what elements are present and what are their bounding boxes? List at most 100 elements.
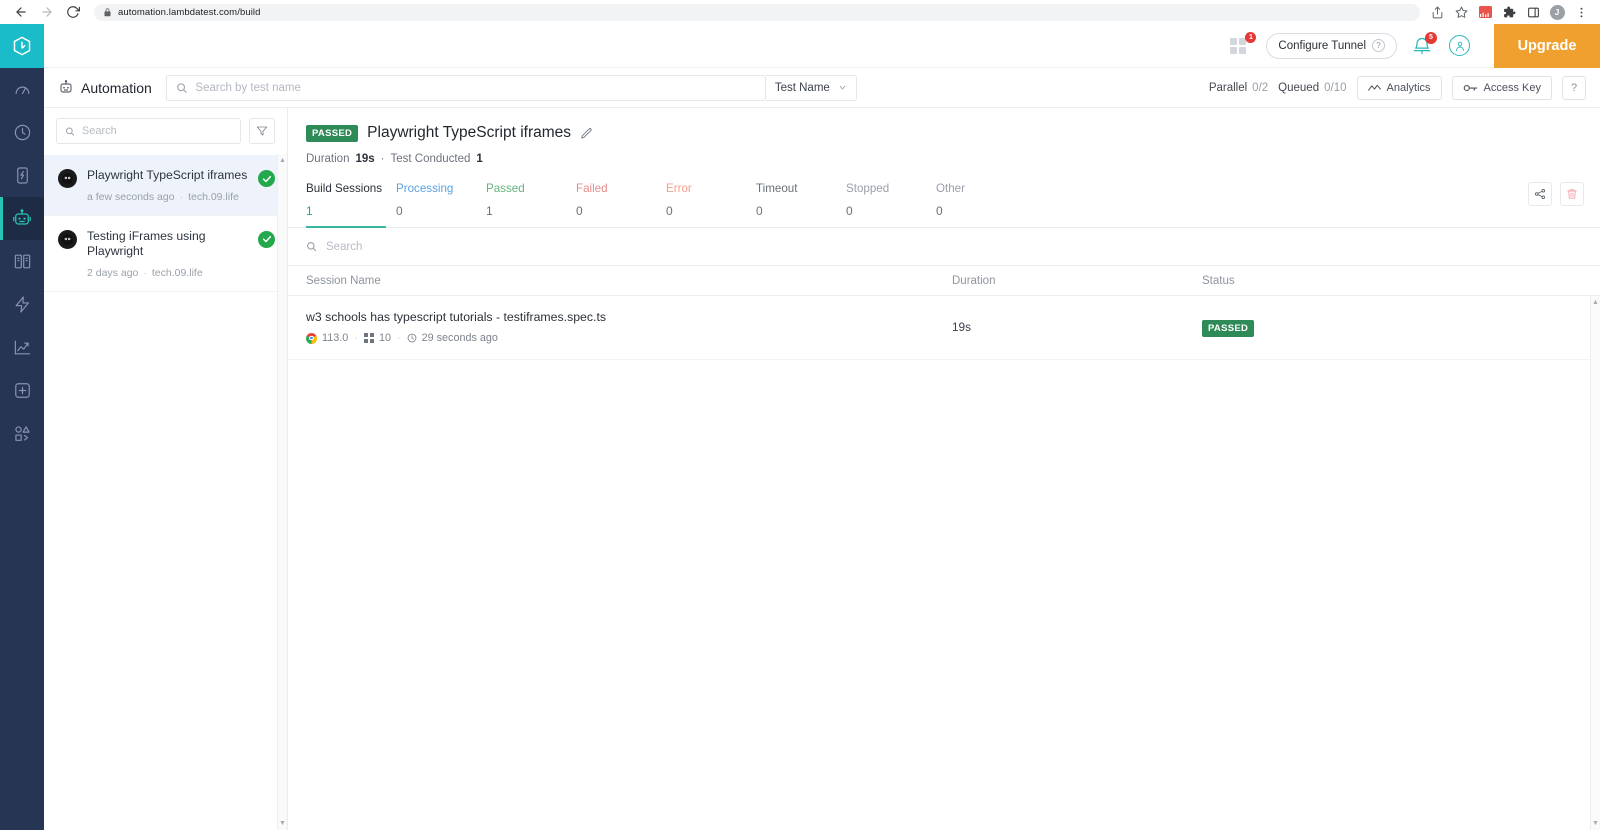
scroll-down-icon[interactable]: ▼ bbox=[279, 817, 286, 830]
access-key-button[interactable]: Access Key bbox=[1451, 75, 1552, 100]
app-header: 1 Configure Tunnel ? 5 Upgrade bbox=[44, 23, 1600, 68]
star-icon[interactable] bbox=[1450, 2, 1472, 22]
column-duration: Duration bbox=[952, 274, 996, 287]
browser-toolbar: automation.lambdatest.com/build J bbox=[0, 0, 1600, 24]
meta-separator: · bbox=[397, 332, 401, 344]
address-bar[interactable]: automation.lambdatest.com/build bbox=[94, 3, 1420, 21]
trend-chart-icon bbox=[1367, 84, 1381, 91]
kebab-menu-icon[interactable] bbox=[1570, 2, 1592, 22]
build-name: Playwright TypeScript iframes bbox=[87, 168, 248, 182]
tab-error[interactable]: Error 0 bbox=[666, 182, 756, 227]
sidebar-item-integrations[interactable] bbox=[0, 369, 44, 412]
build-title-row: PASSED Playwright TypeScript iframes bbox=[306, 124, 1600, 142]
scroll-down-icon[interactable]: ▼ bbox=[1592, 817, 1599, 830]
reload-icon[interactable] bbox=[60, 2, 86, 22]
filter-funnel-icon[interactable] bbox=[249, 118, 275, 144]
content-area: Playwright TypeScript iframes a few seco… bbox=[44, 108, 1600, 830]
duration-label: Duration bbox=[306, 153, 350, 165]
tab-value: 1 bbox=[306, 204, 313, 218]
build-user: tech.09.life bbox=[188, 190, 239, 203]
sidebar-item-visual-regression[interactable] bbox=[0, 240, 44, 283]
forward-arrow-icon[interactable] bbox=[34, 2, 60, 22]
configure-tunnel-button[interactable]: Configure Tunnel ? bbox=[1266, 32, 1397, 59]
builds-sidebar: Playwright TypeScript iframes a few seco… bbox=[44, 108, 288, 830]
search-icon bbox=[65, 127, 75, 136]
extension-pinned-icon[interactable] bbox=[1474, 2, 1496, 22]
tab-timeout[interactable]: Timeout 0 bbox=[756, 182, 846, 227]
pencil-edit-icon[interactable] bbox=[580, 127, 593, 140]
apps-grid-icon[interactable]: 1 bbox=[1230, 31, 1257, 57]
avatar[interactable]: J bbox=[1546, 2, 1568, 22]
tab-passed[interactable]: Passed 1 bbox=[486, 182, 576, 227]
meta-separator: · bbox=[179, 190, 184, 203]
sessions-scrollbar[interactable]: ▲ ▼ bbox=[1590, 296, 1600, 830]
lambdatest-logo[interactable] bbox=[0, 24, 44, 68]
subheader-right: Parallel 0/2 Queued 0/10 Analytics Acces… bbox=[1209, 75, 1586, 100]
tab-other[interactable]: Other 0 bbox=[936, 182, 1026, 227]
status-check-icon bbox=[258, 230, 275, 248]
help-button[interactable]: ? bbox=[1562, 75, 1586, 100]
search-scope-select[interactable]: Test Name bbox=[765, 74, 857, 101]
tab-build-sessions[interactable]: Build Sessions 1 bbox=[306, 182, 396, 228]
session-search-input[interactable] bbox=[326, 240, 626, 253]
sidebar-item-smart-testing[interactable] bbox=[0, 283, 44, 326]
windows-icon bbox=[363, 332, 375, 344]
sidebar-item-analytics[interactable] bbox=[0, 326, 44, 369]
sidebar-item-automation[interactable] bbox=[0, 197, 44, 240]
builds-search-field[interactable] bbox=[56, 118, 241, 144]
sidebar-item-app-testing[interactable] bbox=[0, 154, 44, 197]
os-info: 10 bbox=[363, 332, 392, 344]
test-search-field[interactable] bbox=[165, 74, 766, 101]
column-status: Status bbox=[1202, 274, 1235, 287]
tab-stopped[interactable]: Stopped 0 bbox=[846, 182, 936, 227]
status-badge: PASSED bbox=[1202, 319, 1255, 337]
tab-failed[interactable]: Failed 0 bbox=[576, 182, 666, 227]
apps-badge: 1 bbox=[1245, 31, 1257, 43]
tunnel-help-icon[interactable]: ? bbox=[1372, 39, 1385, 52]
sidebar-item-realtime[interactable] bbox=[0, 111, 44, 154]
share-node-icon[interactable] bbox=[1528, 182, 1552, 206]
search-icon bbox=[307, 242, 317, 252]
browser-info: 113.0 bbox=[306, 332, 348, 344]
os-version: 10 bbox=[379, 332, 392, 344]
session-duration: 19s bbox=[952, 320, 972, 334]
share-icon[interactable] bbox=[1426, 2, 1448, 22]
table-row[interactable]: w3 schools has typescript tutorials - te… bbox=[288, 296, 1600, 360]
left-nav-rail bbox=[0, 24, 44, 830]
analytics-button[interactable]: Analytics bbox=[1356, 75, 1442, 100]
account-icon[interactable] bbox=[1449, 35, 1470, 56]
scroll-up-icon[interactable]: ▲ bbox=[1592, 296, 1599, 309]
build-name: Testing iFrames using Playwright bbox=[87, 228, 206, 259]
search-input[interactable] bbox=[195, 81, 756, 94]
list-item[interactable]: Playwright TypeScript iframes a few seco… bbox=[44, 155, 287, 216]
build-submeta: Duration 19s · Test Conducted 1 bbox=[306, 153, 1600, 165]
session-search-field[interactable] bbox=[288, 228, 1600, 266]
builds-search-input[interactable] bbox=[81, 125, 232, 137]
tab-value: 0 bbox=[846, 204, 853, 218]
side-panel-icon[interactable] bbox=[1522, 2, 1544, 22]
access-key-label: Access Key bbox=[1483, 81, 1541, 94]
browser-toolbar-icons: J bbox=[1426, 2, 1592, 22]
tests-value: 1 bbox=[476, 153, 483, 165]
puzzle-icon[interactable] bbox=[1498, 2, 1520, 22]
sidebar-item-developer[interactable] bbox=[0, 412, 44, 455]
app-shell: 1 Configure Tunnel ? 5 Upgrade Automatio… bbox=[0, 23, 1600, 830]
build-user: tech.09.life bbox=[151, 266, 203, 279]
trash-delete-icon[interactable] bbox=[1560, 182, 1584, 206]
builds-scrollbar[interactable]: ▲ ▼ bbox=[277, 154, 287, 830]
back-arrow-icon[interactable] bbox=[8, 2, 34, 22]
sessions-table-header: Session Name Duration Status bbox=[288, 266, 1600, 296]
notifications-button[interactable]: 5 bbox=[1411, 31, 1437, 58]
builds-search-row bbox=[44, 108, 287, 154]
queued-counter: Queued 0/10 bbox=[1278, 82, 1346, 94]
build-meta: 2 days ago · tech.09.life bbox=[87, 267, 248, 279]
duration-cell: 19s bbox=[952, 318, 1202, 336]
build-title: Playwright TypeScript iframes bbox=[367, 124, 572, 141]
scroll-up-icon[interactable]: ▲ bbox=[279, 154, 286, 167]
list-item[interactable]: Testing iFrames using Playwright 2 days … bbox=[44, 216, 287, 292]
tab-processing[interactable]: Processing 0 bbox=[396, 182, 486, 227]
sidebar-item-dashboard[interactable] bbox=[0, 68, 44, 111]
upgrade-button[interactable]: Upgrade bbox=[1494, 23, 1600, 68]
sessions-table-body: w3 schools has typescript tutorials - te… bbox=[288, 296, 1600, 830]
tab-label: Processing bbox=[396, 182, 454, 195]
